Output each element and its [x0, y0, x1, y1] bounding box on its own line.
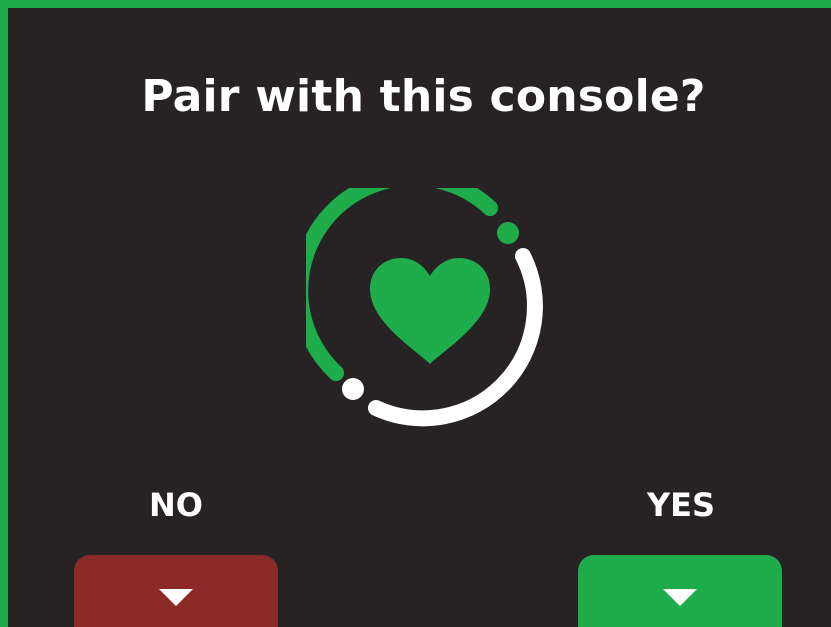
no-label: NO	[149, 486, 203, 524]
yes-button[interactable]	[578, 555, 782, 627]
yes-label: YES	[646, 486, 716, 524]
pairing-dialog: Pair with this console? NO YES	[0, 0, 831, 627]
green-dot	[497, 222, 519, 244]
page-title: Pair with this console?	[141, 71, 706, 122]
down-arrow-icon	[159, 589, 193, 606]
pairing-ring-icon	[306, 188, 543, 427]
heart-icon	[370, 258, 490, 364]
down-arrow-icon	[663, 589, 697, 606]
white-dot	[342, 378, 364, 400]
no-button[interactable]	[74, 555, 278, 627]
